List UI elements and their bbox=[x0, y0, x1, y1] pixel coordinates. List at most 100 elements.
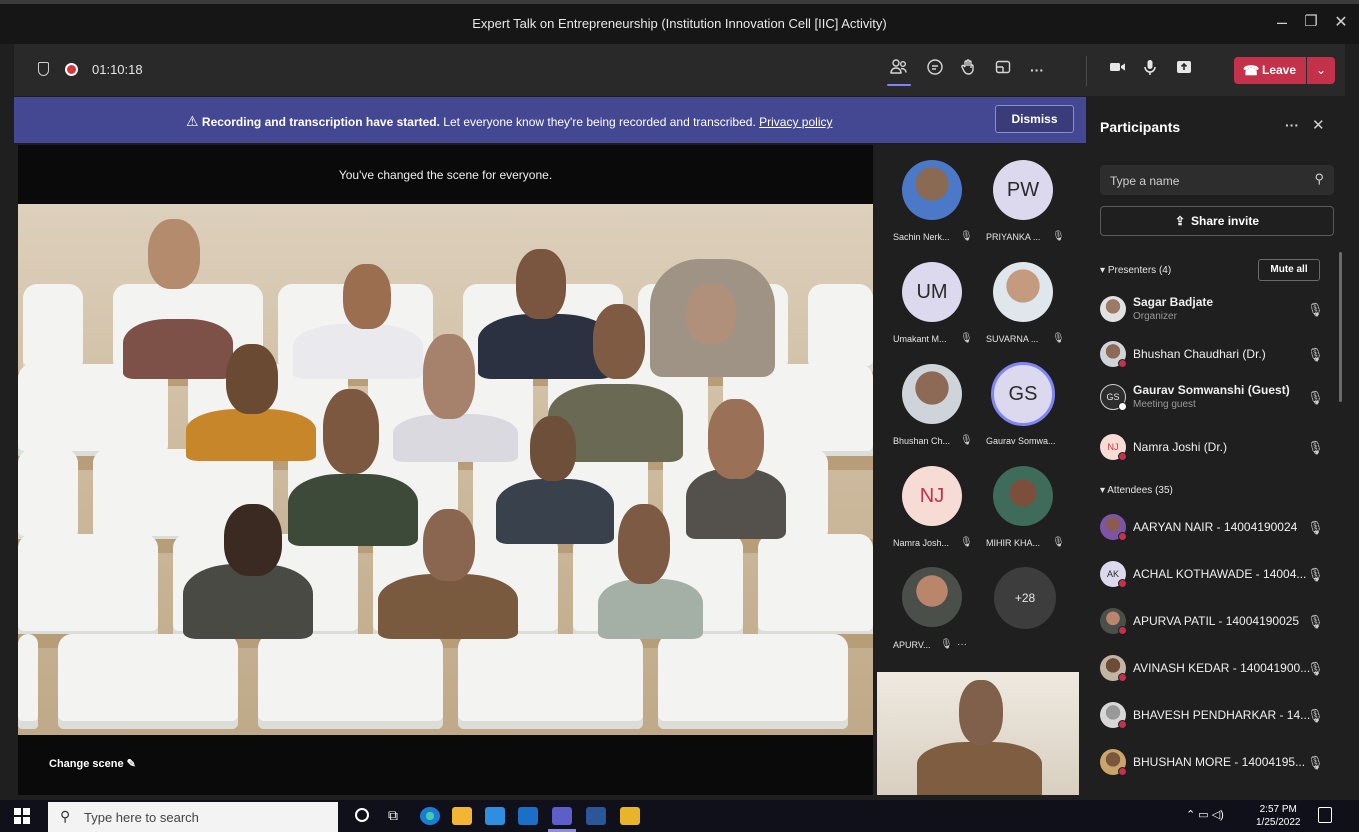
tile-name: Namra Josh... bbox=[893, 538, 950, 548]
participant-row[interactable]: BHAVESH PENDHARKAR - 14... 🎙 bbox=[1100, 698, 1330, 734]
participant-video bbox=[293, 324, 423, 379]
maximize-button[interactable]: ❐ bbox=[1296, 12, 1326, 30]
panel-title: Participants bbox=[1100, 119, 1181, 135]
mic-off-icon: 🎙 bbox=[1307, 567, 1324, 582]
share-icon: ⇪ bbox=[1174, 214, 1186, 228]
participant-name: ACHAL KOTHAWADE - 14004... bbox=[1133, 567, 1307, 581]
participant-face bbox=[423, 509, 475, 581]
toolbar-divider bbox=[1086, 56, 1087, 86]
participant-row[interactable]: NJ Namra Joshi (Dr.) 🎙 bbox=[1100, 430, 1330, 466]
participant-avatar[interactable]: PW bbox=[993, 160, 1053, 220]
participant-row[interactable]: Bhushan Chaudhari (Dr.) 🎙 bbox=[1100, 337, 1330, 373]
breakout-rooms-icon[interactable] bbox=[990, 58, 1016, 82]
participants-icon[interactable] bbox=[886, 58, 912, 82]
share-content-icon[interactable] bbox=[1171, 58, 1197, 82]
teams-icon[interactable] bbox=[552, 807, 572, 825]
participant-avatar-photo[interactable] bbox=[993, 262, 1053, 322]
warning-icon: ⚠ bbox=[186, 113, 199, 129]
leave-options-button[interactable]: ⌄ bbox=[1307, 57, 1335, 84]
microphone-icon: 🎙 bbox=[1307, 390, 1324, 405]
status-dot bbox=[1118, 673, 1127, 682]
more-actions-icon[interactable]: ··· bbox=[1024, 58, 1050, 82]
participant-row[interactable]: BHUSHAN MORE - 14004195... 🎙 bbox=[1100, 745, 1330, 781]
participant-face bbox=[343, 264, 391, 329]
participant-avatar-photo bbox=[1100, 296, 1126, 322]
participant-avatar-photo[interactable] bbox=[902, 364, 962, 424]
microphone-icon[interactable] bbox=[1137, 58, 1163, 82]
seat bbox=[18, 634, 38, 729]
phone-hangup-icon: ☎ bbox=[1243, 63, 1260, 78]
participant-face bbox=[618, 504, 670, 584]
participant-name: AARYAN NAIR - 14004190024 bbox=[1133, 520, 1298, 534]
tile-name: SUVARNA ... bbox=[986, 334, 1039, 344]
more-options-icon[interactable]: ··· bbox=[957, 639, 967, 650]
outlook-icon[interactable] bbox=[518, 807, 538, 825]
notifications-icon[interactable] bbox=[1318, 807, 1332, 823]
change-scene-button[interactable]: Change scene ✎ bbox=[49, 757, 136, 770]
task-view-icon[interactable]: ⧉ bbox=[388, 807, 398, 824]
scene-changed-notice: You've changed the scene for everyone. bbox=[338, 168, 553, 182]
cortana-icon[interactable] bbox=[355, 808, 369, 822]
more-participants-button[interactable]: +28 bbox=[994, 567, 1056, 629]
avatar-initials: NJ bbox=[1107, 442, 1119, 452]
attendees-group-header[interactable]: ▾ Attendees (35) bbox=[1100, 485, 1173, 496]
taskbar-clock[interactable]: 2:57 PM 1/25/2022 bbox=[1256, 803, 1301, 829]
file-explorer-icon[interactable] bbox=[620, 807, 640, 825]
dismiss-button[interactable]: Dismiss bbox=[995, 105, 1074, 133]
participant-face bbox=[224, 504, 282, 576]
seat bbox=[658, 634, 848, 729]
tile-name: PRIYANKA ... bbox=[986, 232, 1041, 242]
participant-video bbox=[496, 479, 614, 544]
participant-avatar-speaking[interactable]: GS bbox=[991, 362, 1055, 426]
mail-icon[interactable] bbox=[485, 807, 505, 825]
recording-message-text: Let everyone know they're being recorded… bbox=[439, 115, 760, 129]
minimize-button[interactable]: – bbox=[1267, 12, 1297, 33]
seat bbox=[58, 634, 238, 729]
participant-avatar[interactable]: UM bbox=[902, 262, 962, 322]
presenters-group-header[interactable]: ▾ Presenters (4) bbox=[1100, 265, 1171, 276]
shield-icon bbox=[38, 62, 49, 76]
participant-name: Gaurav Somwanshi (Guest) bbox=[1133, 383, 1290, 397]
participant-face bbox=[530, 416, 576, 481]
share-invite-button[interactable]: ⇪ Share invite bbox=[1100, 206, 1334, 236]
edge-icon[interactable] bbox=[420, 807, 440, 825]
participant-role: Organizer bbox=[1133, 311, 1177, 322]
mic-off-icon: 🎙 bbox=[1307, 755, 1324, 770]
search-placeholder: Type a name bbox=[1110, 174, 1180, 188]
participant-search-input[interactable]: Type a name ⚲ bbox=[1100, 165, 1334, 195]
participant-face bbox=[708, 399, 764, 479]
system-tray-icons[interactable]: ⌃ ▭ ◁) bbox=[1186, 808, 1224, 821]
participant-avatar-photo[interactable] bbox=[902, 567, 962, 627]
store-icon[interactable] bbox=[452, 807, 472, 825]
mute-all-button[interactable]: Mute all bbox=[1258, 259, 1320, 281]
mic-off-icon: 🎙 bbox=[960, 231, 973, 242]
camera-icon[interactable] bbox=[1104, 58, 1130, 82]
participant-avatar-photo[interactable] bbox=[902, 160, 962, 220]
participant-row[interactable]: Sagar Badjate Organizer 🎙 bbox=[1100, 292, 1330, 328]
raise-hand-icon[interactable] bbox=[956, 58, 982, 82]
chat-icon[interactable] bbox=[922, 58, 948, 82]
word-icon[interactable] bbox=[586, 807, 606, 825]
leave-button[interactable]: ☎ Leave bbox=[1234, 57, 1306, 84]
participant-row[interactable]: APURVA PATIL - 14004190025 🎙 bbox=[1100, 604, 1330, 640]
leave-label: Leave bbox=[1262, 63, 1297, 77]
taskbar-search-input[interactable]: ⚲ Type here to search bbox=[48, 802, 338, 832]
close-window-button[interactable]: ✕ bbox=[1326, 12, 1356, 32]
participant-video bbox=[393, 414, 518, 462]
participant-row[interactable]: AK ACHAL KOTHAWADE - 14004... 🎙 bbox=[1100, 557, 1330, 593]
windows-start-icon[interactable] bbox=[14, 808, 30, 824]
privacy-policy-link[interactable]: Privacy policy bbox=[759, 115, 832, 129]
participant-row[interactable]: AARYAN NAIR - 14004190024 🎙 bbox=[1100, 510, 1330, 546]
close-panel-icon[interactable]: ✕ bbox=[1312, 116, 1325, 134]
panel-more-icon[interactable]: ··· bbox=[1285, 117, 1299, 133]
participant-avatar[interactable]: NJ bbox=[902, 466, 962, 526]
participant-avatar-photo[interactable] bbox=[993, 466, 1053, 526]
panel-scrollbar[interactable] bbox=[1339, 252, 1342, 402]
seat bbox=[18, 534, 158, 639]
participant-row[interactable]: GS Gaurav Somwanshi (Guest) Meeting gues… bbox=[1100, 380, 1330, 416]
self-view-body bbox=[917, 742, 1042, 795]
status-dot bbox=[1118, 452, 1127, 461]
participant-row[interactable]: AVINASH KEDAR - 140041900... 🎙 bbox=[1100, 651, 1330, 687]
avatar-initials: UM bbox=[916, 280, 948, 303]
status-dot bbox=[1118, 579, 1127, 588]
